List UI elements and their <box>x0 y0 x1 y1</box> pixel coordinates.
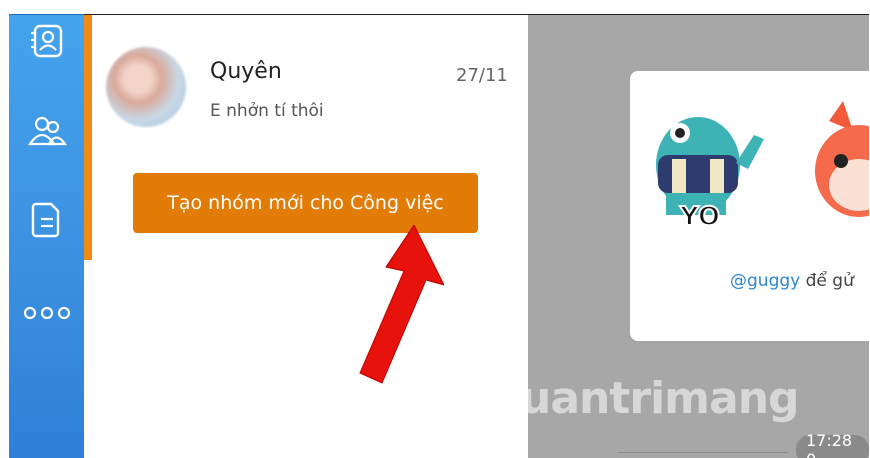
active-conversation-indicator <box>84 15 92 260</box>
message-text: @guggy để gử <box>730 271 854 291</box>
window-left-edge <box>0 0 9 457</box>
sidebar <box>9 14 84 458</box>
fox-sticker-icon <box>815 101 869 217</box>
conversation-preview: E nhởn tí thôi <box>210 101 324 121</box>
more-icon[interactable] <box>9 291 84 335</box>
conversation-date: 27/11 <box>456 65 508 86</box>
avatar <box>106 47 186 127</box>
mention-link[interactable]: @guggy <box>730 271 800 291</box>
conversation-list: Quyên 27/11 E nhởn tí thôi Tạo nhóm mới … <box>84 14 528 458</box>
chat-pane: YO @guggy để gử uantrimang 17:28 0 <box>528 14 869 458</box>
conversation-name: Quyên <box>210 59 282 84</box>
watermark: uantrimang <box>528 373 800 424</box>
document-icon[interactable] <box>9 197 84 241</box>
time-badge: 17:28 0 <box>796 431 869 458</box>
contacts-book-icon[interactable] <box>9 19 84 63</box>
create-work-group-button[interactable]: Tạo nhóm mới cho Công việc <box>133 173 478 233</box>
window-top-edge <box>0 0 870 14</box>
message-card: YO @guggy để gử <box>630 71 869 341</box>
monster-sticker-icon: YO <box>656 117 764 233</box>
sticker-text: YO <box>679 202 720 232</box>
date-divider <box>618 452 788 453</box>
red-arrow-icon <box>359 225 444 384</box>
message-suffix: để gử <box>800 271 854 291</box>
group-icon[interactable] <box>9 109 84 153</box>
